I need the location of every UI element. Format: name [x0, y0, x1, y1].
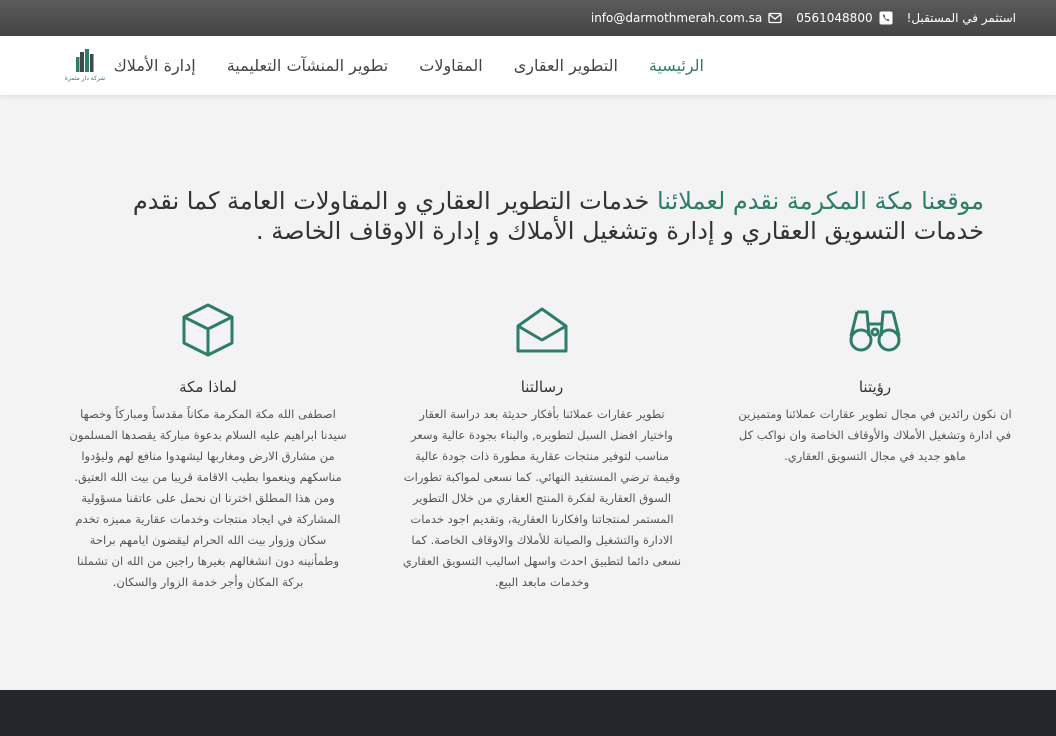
top-bar: استثمر في المستقبل! 0561048800 info@darm…: [0, 0, 1056, 36]
email-link[interactable]: info@darmothmerah.com.sa: [591, 11, 782, 25]
envelope-open-icon: [516, 307, 568, 353]
vision-column: رؤيتنا ان نكون رائدين في مجال تطوير عقار…: [735, 300, 1015, 467]
slogan-text: استثمر في المستقبل!: [906, 11, 1016, 25]
nav-item-contracting[interactable]: المقاولات: [419, 56, 482, 75]
nav-menu: الرئيسية التطوير العقارى المقاولات تطوير…: [83, 36, 704, 95]
nav-item-home[interactable]: الرئيسية: [649, 56, 704, 75]
why-makkah-title: لماذا مكة: [179, 378, 237, 396]
vision-text: ان نكون رائدين في مجال تطوير عقارات عملا…: [738, 407, 1012, 463]
phone-text: 0561048800: [796, 11, 873, 25]
email-text: info@darmothmerah.com.sa: [590, 11, 763, 25]
phone-icon: [879, 11, 893, 25]
cube-icon: [182, 303, 234, 357]
nav-item-property-management[interactable]: إدارة الأملاك: [114, 56, 196, 75]
binoculars-icon: [849, 310, 901, 352]
main-navbar: الرئيسية التطوير العقارى المقاولات تطوير…: [0, 36, 1056, 95]
site-logo[interactable]: شركة دار مثمرة: [60, 48, 110, 84]
hero-accent: موقعنا مكة المكرمة نقدم لعملائنا: [656, 187, 984, 215]
mail-icon: [768, 12, 782, 24]
mission-text: تطوير عقارات عملائنا بأفكار حديثة بعد در…: [402, 407, 682, 589]
nav-item-educational-facilities[interactable]: تطوير المنشآت التعليمية: [227, 56, 389, 75]
footer: [0, 690, 1056, 736]
nav-item-real-estate-development[interactable]: التطوير العقارى: [514, 56, 618, 75]
logo-icon: [76, 49, 94, 72]
logo-caption: شركة دار مثمرة: [64, 75, 106, 82]
why-makkah-text: اصطفى الله مكة المكرمة مكاناً مقدساً ومب…: [69, 407, 347, 589]
mission-title: رسالتنا: [520, 378, 564, 396]
hero-heading: موقعنا مكة المكرمة نقدم لعملائنا خدمات ا…: [80, 186, 984, 246]
vision-title: رؤيتنا: [858, 378, 892, 396]
phone-link[interactable]: 0561048800: [796, 11, 893, 25]
slogan: استثمر في المستقبل!: [907, 11, 1016, 25]
mission-column: رسالتنا تطوير عقارات عملائنا بأفكار حديث…: [402, 300, 682, 593]
why-makkah-column: لماذا مكة اصطفى الله مكة المكرمة مكاناً …: [68, 300, 348, 593]
